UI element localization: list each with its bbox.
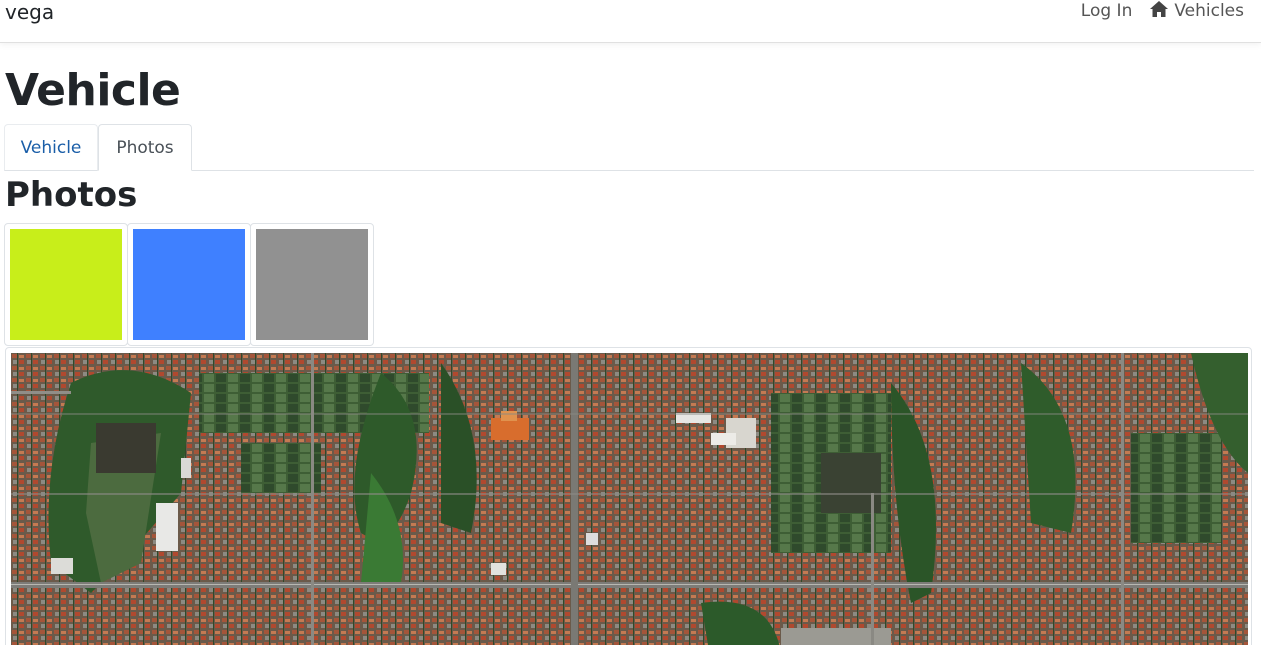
thumbnail-image xyxy=(256,229,368,340)
thumbnail-list xyxy=(4,223,374,346)
tab-photos[interactable]: Photos xyxy=(98,124,192,171)
vehicles-link[interactable]: Vehicles xyxy=(1149,0,1244,22)
brand-link[interactable]: vega xyxy=(5,0,54,24)
photos-section-title: Photos xyxy=(5,175,138,215)
home-icon xyxy=(1150,1,1169,17)
thumbnail-image xyxy=(133,229,245,340)
aerial-photo-image xyxy=(11,353,1248,645)
tab-vehicle[interactable]: Vehicle xyxy=(4,124,98,171)
main-photo[interactable] xyxy=(5,347,1252,645)
thumbnail-image xyxy=(10,229,122,340)
nav-right: Log In Vehicles xyxy=(1081,0,1244,22)
photo-thumbnail[interactable] xyxy=(127,223,251,346)
photo-thumbnail[interactable] xyxy=(250,223,374,346)
photo-thumbnail[interactable] xyxy=(4,223,128,346)
page-title: Vehicle xyxy=(5,65,181,116)
tab-bar: Vehicle Photos xyxy=(4,124,1254,171)
vehicles-link-label: Vehicles xyxy=(1174,1,1244,21)
navbar: vega Log In Vehicles xyxy=(0,0,1261,43)
login-link[interactable]: Log In xyxy=(1081,0,1133,22)
